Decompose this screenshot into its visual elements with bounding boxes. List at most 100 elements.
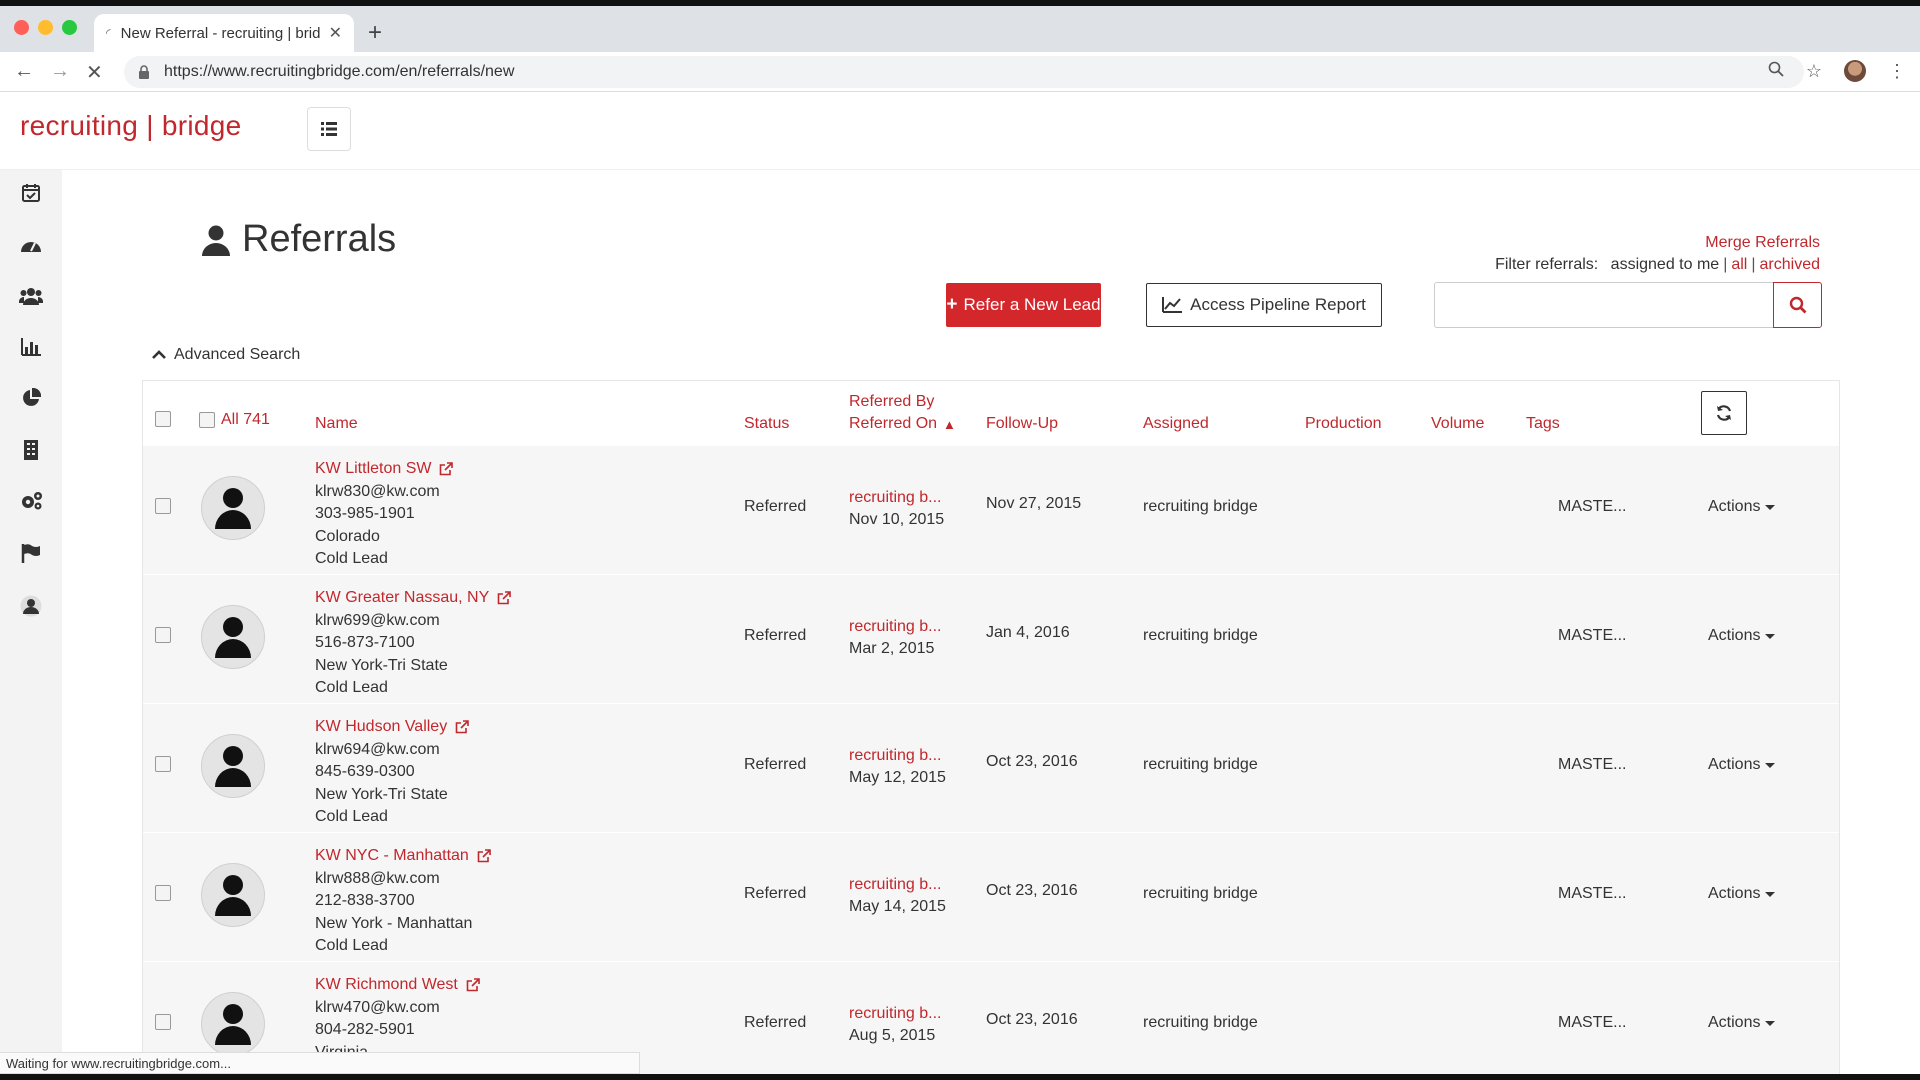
row-assigned: recruiting bridge: [1143, 498, 1258, 515]
row-assigned: recruiting bridge: [1143, 885, 1258, 902]
zoom-icon[interactable]: [1768, 61, 1784, 82]
search-button[interactable]: [1773, 282, 1822, 328]
actions-dropdown[interactable]: Actions: [1708, 498, 1776, 516]
table-row[interactable]: KW Littleton SW klrw830@kw.com 303-985-1…: [143, 445, 1839, 574]
referred-by-link[interactable]: recruiting b...: [849, 874, 946, 896]
bar-chart-icon[interactable]: [18, 334, 44, 360]
browser-menu-icon[interactable]: ⋮: [1888, 61, 1906, 82]
app-logo[interactable]: recruiting | bridge: [20, 110, 242, 142]
column-header-volume[interactable]: Volume: [1431, 415, 1484, 433]
external-link-icon[interactable]: [477, 849, 491, 863]
column-header-status[interactable]: Status: [744, 415, 789, 433]
filter-all-link[interactable]: all: [1731, 256, 1747, 273]
referred-by-link[interactable]: recruiting b...: [849, 1003, 941, 1025]
flag-icon[interactable]: [18, 540, 44, 566]
referred-by-link[interactable]: recruiting b...: [849, 616, 941, 638]
minimize-window-button[interactable]: [38, 20, 53, 35]
row-checkbox[interactable]: [155, 627, 171, 643]
table-row[interactable]: KW NYC - Manhattan klrw888@kw.com 212-83…: [143, 832, 1839, 961]
referred-by-link[interactable]: recruiting b...: [849, 745, 946, 767]
profile-avatar[interactable]: [1844, 60, 1866, 82]
gears-icon[interactable]: [18, 488, 44, 514]
actions-label: Actions: [1708, 1014, 1761, 1031]
column-header-follow-up[interactable]: Follow-Up: [986, 415, 1058, 433]
refresh-button[interactable]: [1701, 391, 1747, 435]
caret-down-icon: [1765, 633, 1776, 639]
row-checkbox[interactable]: [155, 498, 171, 514]
avatar: [201, 476, 265, 540]
avatar: [201, 863, 265, 927]
lead-name-link[interactable]: KW Greater Nassau, NY: [315, 587, 512, 610]
maximize-window-button[interactable]: [62, 20, 77, 35]
list-view-toggle-button[interactable]: [307, 107, 351, 151]
column-header-name[interactable]: Name: [315, 415, 358, 433]
table-row[interactable]: KW Greater Nassau, NY klrw699@kw.com 516…: [143, 574, 1839, 703]
row-checkbox[interactable]: [155, 756, 171, 772]
filter-archived-link[interactable]: archived: [1760, 256, 1820, 273]
actions-dropdown[interactable]: Actions: [1708, 885, 1776, 903]
column-header-referred-by[interactable]: Referred By: [849, 393, 934, 411]
lead-name: KW Richmond West: [315, 976, 458, 993]
actions-dropdown[interactable]: Actions: [1708, 627, 1776, 645]
column-header-production[interactable]: Production: [1305, 415, 1382, 433]
filter-referrals: Filter referrals: assigned to me | all | arc…: [1495, 256, 1820, 273]
merge-referrals-link[interactable]: Merge Referrals: [1705, 234, 1820, 252]
bookmark-star-icon[interactable]: ☆: [1806, 61, 1822, 82]
close-window-button[interactable]: [14, 20, 29, 35]
referred-by-link[interactable]: recruiting b...: [849, 487, 944, 509]
row-assigned: recruiting bridge: [1143, 1014, 1258, 1031]
forward-arrow-icon[interactable]: →: [50, 60, 70, 83]
lead-email: klrw699@kw.com: [315, 611, 440, 629]
pie-chart-icon[interactable]: [18, 385, 44, 411]
lead-email: klrw694@kw.com: [315, 740, 440, 758]
browser-status-bar: Waiting for www.recruitingbridge.com...: [0, 1052, 640, 1074]
avatar: [201, 992, 265, 1056]
row-referred: recruiting b... Mar 2, 2015: [849, 616, 941, 660]
external-link-icon[interactable]: [455, 720, 470, 734]
user-circle-icon[interactable]: [18, 593, 44, 619]
users-icon[interactable]: [18, 283, 44, 309]
table-row[interactable]: KW Hudson Valley klrw694@kw.com 845-639-…: [143, 703, 1839, 832]
external-link-icon[interactable]: [439, 462, 454, 476]
refer-new-lead-button[interactable]: + Refer a New Lead: [946, 283, 1101, 327]
advanced-search-toggle[interactable]: Advanced Search: [152, 346, 300, 364]
column-header-assigned[interactable]: Assigned: [1143, 415, 1209, 433]
external-link-icon[interactable]: [466, 978, 480, 992]
external-link-icon[interactable]: [497, 591, 512, 605]
actions-dropdown[interactable]: Actions: [1708, 756, 1776, 774]
dashboard-icon[interactable]: [18, 232, 44, 258]
select-all-checkbox[interactable]: [199, 412, 215, 428]
filter-assigned-to-me-link[interactable]: assigned to me: [1611, 256, 1720, 273]
row-tags: MASTE...: [1558, 627, 1627, 644]
search-input[interactable]: [1434, 282, 1774, 328]
url-text: https://www.recruitingbridge.com/en/refe…: [164, 63, 515, 80]
new-tab-button[interactable]: +: [368, 19, 382, 47]
select-page-checkbox[interactable]: [155, 411, 171, 427]
building-icon[interactable]: [18, 437, 44, 463]
lead-email: klrw888@kw.com: [315, 869, 440, 887]
calendar-check-icon[interactable]: [18, 180, 44, 206]
stop-loading-icon[interactable]: ✕: [86, 60, 103, 85]
refresh-icon: [1716, 405, 1732, 421]
column-header-referred-on[interactable]: Referred On ▲: [849, 415, 956, 433]
user-icon: [202, 225, 230, 256]
row-checkbox[interactable]: [155, 885, 171, 901]
lead-name-link[interactable]: KW Hudson Valley: [315, 716, 470, 739]
select-all-control[interactable]: All 741: [199, 411, 270, 429]
browser-tab[interactable]: ◜ New Referral - recruiting | brid ✕: [94, 14, 354, 52]
person-icon: [215, 746, 251, 787]
lead-name-link[interactable]: KW NYC - Manhattan: [315, 845, 491, 868]
actions-dropdown[interactable]: Actions: [1708, 1014, 1776, 1032]
url-field[interactable]: https://www.recruitingbridge.com/en/refe…: [124, 56, 1804, 88]
lead-name-link[interactable]: KW Littleton SW: [315, 458, 454, 481]
back-arrow-icon[interactable]: ←: [14, 60, 34, 83]
lead-name-link[interactable]: KW Richmond West: [315, 974, 480, 997]
close-tab-icon[interactable]: ✕: [329, 23, 342, 43]
row-checkbox[interactable]: [155, 1014, 171, 1030]
access-pipeline-report-button[interactable]: Access Pipeline Report: [1146, 283, 1382, 327]
caret-down-icon: [1765, 504, 1776, 510]
row-follow-up: Oct 23, 2016: [986, 753, 1078, 770]
row-referred: recruiting b... Nov 10, 2015: [849, 487, 944, 531]
caret-down-icon: [1765, 1020, 1776, 1026]
column-header-tags[interactable]: Tags: [1526, 415, 1560, 433]
